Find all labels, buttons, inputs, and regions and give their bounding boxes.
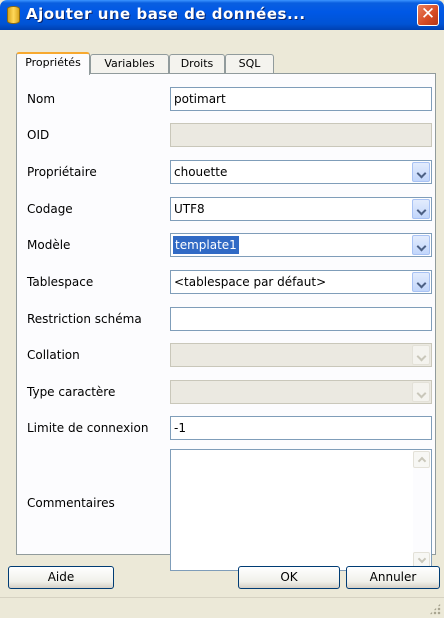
limite-input[interactable]: -1	[170, 416, 432, 440]
codage-select[interactable]: UTF8	[170, 197, 432, 221]
chevron-down-icon[interactable]	[412, 199, 430, 219]
label-modele: Modèle	[27, 238, 71, 252]
tab-proprietes[interactable]: Propriétés	[16, 52, 90, 75]
tab-sql[interactable]: SQL	[225, 54, 274, 74]
dialog-window: Ajouter une base de données... ✕ Proprié…	[0, 0, 444, 618]
scrollbar[interactable]	[413, 451, 430, 569]
help-button[interactable]: Aide	[8, 566, 114, 589]
chevron-down-icon	[412, 382, 430, 402]
properties-panel: Nom potimart OID Propriétaire chouette C…	[16, 73, 436, 571]
chevron-down-icon[interactable]	[412, 162, 430, 182]
modele-select[interactable]: template1	[170, 233, 432, 257]
chevron-down-icon[interactable]	[412, 272, 430, 292]
label-limite: Limite de connexion	[27, 421, 149, 435]
label-proprietaire: Propriétaire	[27, 165, 97, 179]
label-codage: Codage	[27, 202, 73, 216]
type-caractere-select	[170, 380, 432, 404]
codage-value: UTF8	[174, 202, 205, 216]
tab-variables[interactable]: Variables	[90, 54, 169, 74]
database-icon	[7, 6, 20, 24]
label-oid: OID	[27, 128, 50, 142]
label-tablespace: Tablespace	[27, 275, 94, 289]
resize-grip-icon[interactable]	[429, 603, 441, 615]
oid-input	[170, 123, 432, 147]
cancel-button[interactable]: Annuler	[346, 566, 440, 589]
status-bar	[0, 597, 444, 618]
modele-value: template1	[173, 236, 239, 254]
collation-select	[170, 343, 432, 367]
label-commentaires: Commentaires	[27, 496, 115, 510]
label-nom: Nom	[27, 92, 56, 106]
label-restriction: Restriction schéma	[27, 312, 142, 326]
restriction-input[interactable]	[170, 307, 432, 331]
ok-button[interactable]: OK	[238, 566, 340, 589]
commentaires-textarea[interactable]	[170, 449, 432, 571]
tablespace-select[interactable]: <tablespace par défaut>	[170, 270, 432, 294]
nom-input[interactable]: potimart	[170, 87, 432, 111]
label-type-caractere: Type caractère	[27, 385, 116, 399]
chevron-down-icon	[412, 345, 430, 365]
proprietaire-select[interactable]: chouette	[170, 160, 432, 184]
chevron-down-icon[interactable]	[412, 235, 430, 255]
tab-droits[interactable]: Droits	[169, 54, 225, 74]
title-bar[interactable]: Ajouter une base de données... ✕	[0, 0, 444, 30]
window-title: Ajouter une base de données...	[26, 5, 306, 23]
close-button[interactable]: ✕	[417, 4, 439, 26]
scroll-up-icon[interactable]	[413, 451, 430, 468]
proprietaire-value: chouette	[174, 165, 228, 179]
tablespace-value: <tablespace par défaut>	[174, 275, 327, 289]
label-collation: Collation	[27, 348, 80, 362]
